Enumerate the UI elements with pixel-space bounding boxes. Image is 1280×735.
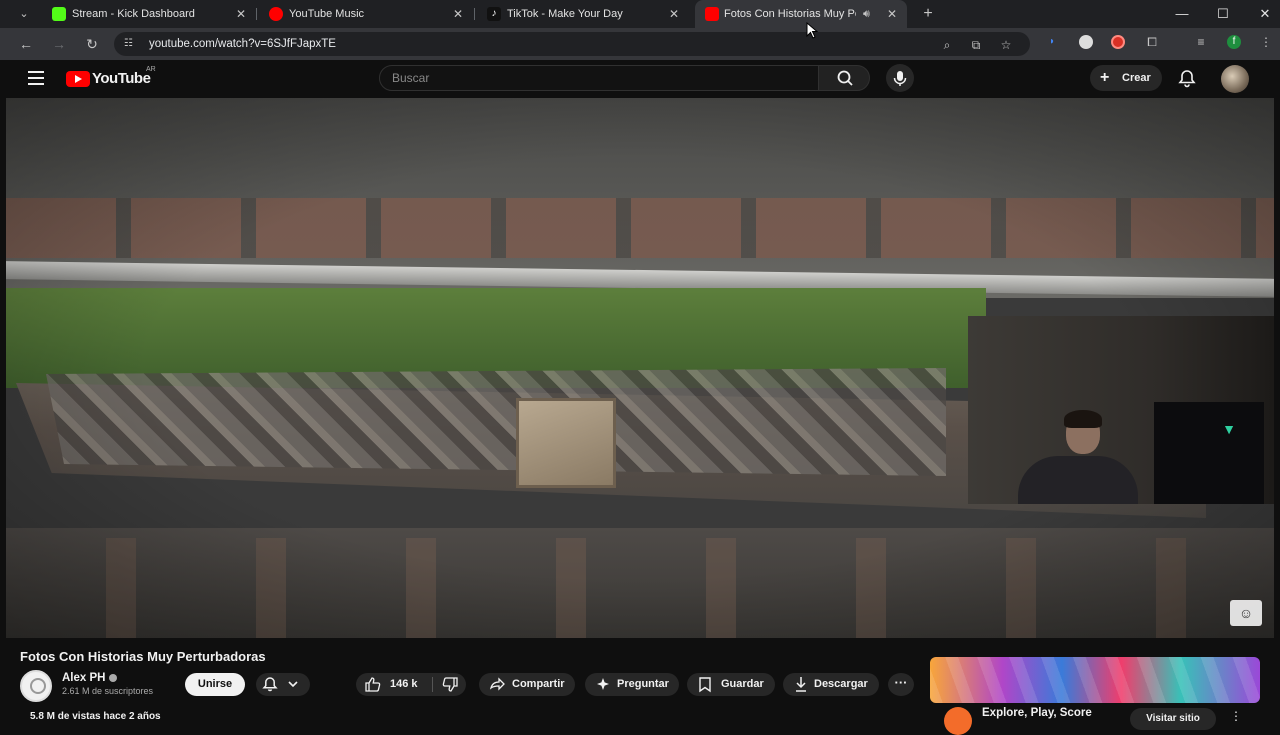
create-button[interactable]: + Crear — [1090, 65, 1162, 91]
account-avatar[interactable] — [1221, 65, 1249, 93]
ad-brand-icon[interactable] — [944, 707, 972, 735]
tab-youtube-music[interactable]: YouTube Music ✕ — [269, 0, 465, 28]
subscription-bell-button[interactable] — [256, 673, 310, 696]
join-button[interactable]: Unirse — [185, 673, 245, 696]
subscriber-count: 2.61 M de suscriptores — [62, 686, 154, 696]
tab-title: TikTok - Make Your Day — [507, 8, 623, 20]
pc-case — [1154, 402, 1264, 504]
youtube-play-icon — [66, 71, 90, 87]
zoom-icon[interactable]: ⌕ — [940, 38, 954, 52]
search-box — [379, 65, 819, 91]
browser-tab-bar: ⌄ Stream - Kick Dashboard ✕ YouTube Musi… — [0, 0, 1280, 28]
ad-visit-button[interactable]: Visitar sitio — [1130, 708, 1216, 730]
tab-kick-dashboard[interactable]: Stream - Kick Dashboard ✕ — [52, 0, 248, 28]
close-tab-icon[interactable]: ✕ — [236, 0, 246, 28]
extension-record-icon[interactable] — [1111, 35, 1125, 49]
close-window-icon[interactable]: ✕ — [1243, 0, 1280, 28]
new-tab-icon[interactable]: + — [918, 4, 938, 24]
site-info-icon[interactable]: ☷ — [124, 38, 136, 50]
share-icon — [489, 677, 505, 691]
tab-title: YouTube Music — [289, 8, 365, 20]
youtube-music-icon — [269, 7, 283, 21]
address-bar[interactable]: ☷ youtube.com/watch?v=6SJfFJapxTE ⌕ ⧉ ☆ — [114, 32, 1030, 56]
tab-title: Stream - Kick Dashboard — [72, 8, 195, 20]
audio-playing-icon[interactable]: 🔊︎ — [863, 0, 870, 28]
plus-icon: + — [1100, 69, 1110, 86]
menu-icon[interactable] — [28, 71, 44, 85]
dislike-icon[interactable] — [441, 677, 459, 694]
close-tab-icon[interactable]: ✕ — [453, 0, 463, 28]
tab-separator — [474, 8, 475, 20]
url-text[interactable]: youtube.com/watch?v=6SJfFJapxTE — [149, 32, 336, 56]
verified-icon — [109, 673, 118, 682]
channel-avatar[interactable] — [20, 670, 52, 702]
like-icon[interactable] — [364, 676, 382, 693]
back-icon[interactable]: ← — [16, 34, 36, 54]
ad-banner-image[interactable] — [930, 657, 1260, 703]
close-tab-icon[interactable]: ✕ — [887, 0, 897, 28]
like-dislike-group: 146 k — [356, 673, 466, 696]
save-label: Guardar — [721, 678, 764, 690]
install-app-icon[interactable]: ⧉ — [969, 38, 983, 52]
streamer-hair — [1064, 410, 1102, 428]
profile-avatar-icon[interactable]: f — [1227, 35, 1241, 49]
like-divider — [432, 677, 433, 692]
video-title: Fotos Con Historias Muy Perturbadoras — [20, 649, 266, 664]
video-player[interactable]: ▼ — [6, 98, 1274, 638]
create-label: Crear — [1122, 72, 1151, 84]
like-count[interactable]: 146 k — [390, 673, 418, 696]
sparkle-icon — [597, 678, 609, 690]
media-control-icon[interactable]: ≡ — [1194, 35, 1208, 49]
minimize-icon[interactable]: — — [1160, 0, 1204, 28]
share-label: Compartir — [512, 678, 565, 690]
channel-name-row[interactable]: Alex PH — [62, 672, 118, 684]
extension-gear-icon[interactable] — [1079, 35, 1093, 49]
tab-tiktok[interactable]: ♪ TikTok - Make Your Day ✕ — [487, 0, 683, 28]
tiktok-icon: ♪ — [487, 7, 501, 21]
ask-label: Preguntar — [617, 678, 669, 690]
forward-icon[interactable]: → — [49, 34, 69, 54]
channel-name[interactable]: Alex PH — [62, 672, 105, 684]
bell-chevron-icon — [262, 677, 298, 692]
browser-menu-icon[interactable]: ⋮ — [1259, 35, 1273, 49]
mouse-cursor-icon — [806, 22, 818, 39]
webcam-overlay: ▼ — [968, 316, 1274, 504]
ad-more-icon[interactable]: ⋮ — [1230, 710, 1242, 726]
voice-search-button[interactable] — [886, 64, 914, 92]
search-icon — [837, 70, 853, 86]
ask-button[interactable]: Preguntar — [585, 673, 679, 696]
download-label: Descargar — [814, 678, 868, 690]
pc-logo-icon: ▼ — [1222, 421, 1236, 437]
save-button[interactable]: Guardar — [687, 673, 775, 696]
browser-toolbar: ← → ↻ ☷ youtube.com/watch?v=6SJfFJapxTE … — [0, 28, 1280, 60]
download-icon — [796, 677, 806, 692]
tab-search-chevron-icon[interactable]: ⌄ — [14, 5, 34, 23]
tab-title: Fotos Con Historias Muy Pe — [724, 8, 856, 20]
tab-separator — [256, 8, 257, 20]
watermark-icon[interactable]: ☺ — [1230, 600, 1262, 626]
microphone-icon — [893, 71, 907, 86]
reload-icon[interactable]: ↻ — [82, 34, 102, 54]
streamer-body — [1018, 456, 1138, 504]
bookmark-star-icon[interactable]: ☆ — [999, 38, 1013, 52]
tab-youtube-video[interactable]: Fotos Con Historias Muy Pe 🔊︎ ✕ — [695, 0, 907, 28]
extension-sound-icon[interactable]: ◗ — [1045, 35, 1059, 49]
kick-icon — [52, 7, 66, 21]
download-button[interactable]: Descargar — [783, 673, 879, 696]
country-code: AR — [146, 66, 156, 73]
bookmark-icon — [699, 677, 711, 693]
youtube-masthead: YouTube AR + Crear — [0, 60, 1280, 98]
more-actions-icon[interactable]: ··· — [888, 673, 914, 696]
view-count-date: 5.8 M de vistas hace 2 años — [30, 711, 161, 722]
share-button[interactable]: Compartir — [479, 673, 575, 696]
extensions-puzzle-icon[interactable]: ⧠ — [1145, 35, 1159, 49]
search-input[interactable] — [392, 66, 802, 90]
ad-title[interactable]: Explore, Play, Score — [982, 707, 1092, 719]
search-button[interactable] — [818, 65, 870, 91]
close-tab-icon[interactable]: ✕ — [669, 0, 679, 28]
youtube-icon — [705, 7, 719, 21]
logo-wordmark: YouTube — [92, 70, 151, 87]
notifications-bell-icon[interactable] — [1176, 67, 1198, 89]
maximize-icon[interactable]: ☐ — [1201, 0, 1245, 28]
